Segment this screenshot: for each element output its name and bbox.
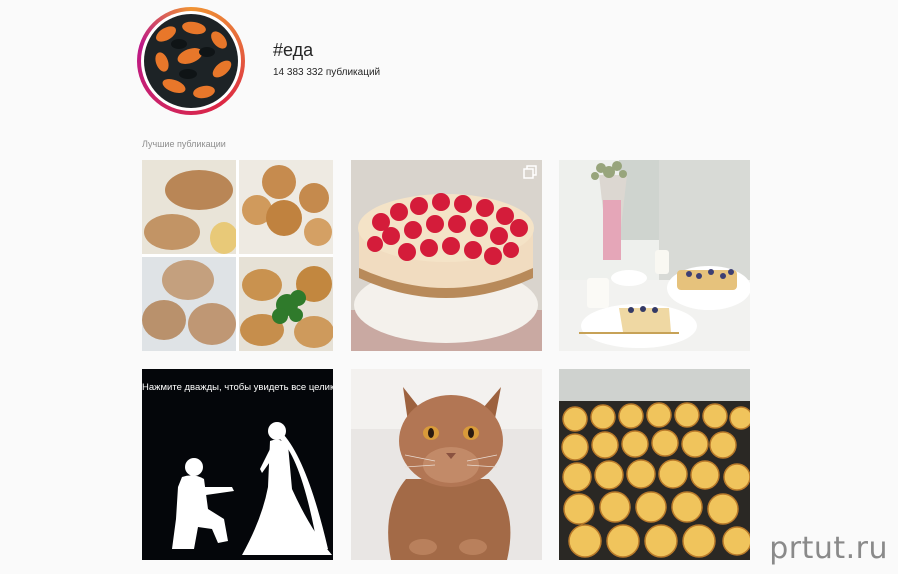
syrniki-tray-image (559, 369, 750, 560)
post-count: 14 383 332 публикаций (273, 67, 381, 78)
post-tile-kitten[interactable] (351, 369, 542, 560)
watermark: prtut.ru (769, 531, 888, 566)
top-posts-label: Лучшие публикации (142, 139, 226, 149)
proposal-silhouette-image (142, 369, 333, 560)
kitten-image (351, 369, 542, 560)
post-tile-syrniki[interactable] (559, 369, 750, 560)
multi-photo-icon (523, 165, 537, 179)
hashtag-title: #еда (273, 40, 314, 60)
post-tile-cutlets[interactable] (142, 160, 333, 351)
breakfast-table-image (559, 160, 750, 351)
silhouette-caption: Нажмите дважды, чтобы увидеть все целико… (142, 382, 333, 393)
cutlets-collage-image (142, 160, 333, 351)
post-tile-breakfast[interactable] (559, 160, 750, 351)
avatar-image (144, 14, 238, 108)
post-tile-cheesecake[interactable] (351, 160, 542, 351)
hashtag-avatar[interactable] (137, 7, 245, 115)
cheesecake-image (351, 160, 542, 351)
avatar-frame (141, 11, 241, 111)
post-tile-silhouette[interactable]: Нажмите дважды, чтобы увидеть все целико… (142, 369, 333, 560)
